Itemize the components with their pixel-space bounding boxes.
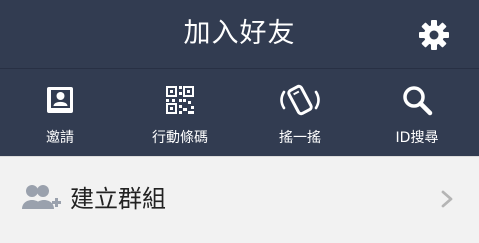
contact-book-icon [47, 87, 73, 113]
chevron-right-icon [441, 190, 453, 208]
page-title: 加入好友 [183, 18, 296, 49]
qr-code-icon [166, 86, 194, 114]
invite-button[interactable]: 邀請 [0, 69, 120, 157]
create-group-label: 建立群組 [70, 185, 166, 213]
search-icon [403, 86, 433, 116]
header-bar: 加入好友 [0, 0, 479, 68]
qr-code-button[interactable]: 行動條碼 [120, 69, 240, 157]
invite-label: 邀請 [46, 130, 74, 146]
shake-button[interactable]: 搖一搖 [240, 69, 360, 157]
id-search-label: ID搜尋 [395, 130, 439, 146]
add-friend-toolbar: 邀請 行動條碼 搖一搖 ID搜尋 [0, 68, 479, 156]
shake-label: 搖一搖 [279, 130, 321, 146]
gear-icon[interactable] [418, 19, 450, 51]
qr-code-label: 行動條碼 [152, 130, 208, 146]
create-group-row[interactable]: 建立群組 [0, 156, 479, 243]
add-group-icon [22, 185, 61, 209]
id-search-button[interactable]: ID搜尋 [357, 69, 477, 157]
shake-phone-icon [280, 84, 320, 116]
